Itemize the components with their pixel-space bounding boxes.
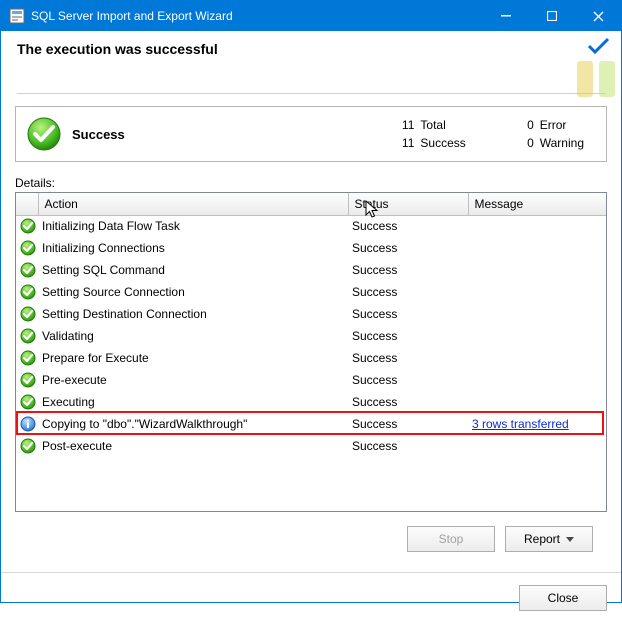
details-label: Details: xyxy=(15,176,607,190)
column-header-message[interactable]: Message xyxy=(468,193,606,215)
message-cell: 3 rows transferred xyxy=(468,413,606,435)
status-cell: Success xyxy=(348,215,468,237)
success-icon xyxy=(16,391,38,413)
status-cell: Success xyxy=(348,325,468,347)
summary-status-label: Success xyxy=(62,127,394,142)
message-cell xyxy=(468,369,606,391)
table-row[interactable]: Post-executeSuccess xyxy=(16,435,606,457)
success-icon xyxy=(16,369,38,391)
action-cell: Initializing Connections xyxy=(38,237,348,259)
message-cell xyxy=(468,325,606,347)
action-cell: Copying to "dbo"."WizardWalkthrough" xyxy=(38,413,348,435)
table-row[interactable]: Pre-executeSuccess xyxy=(16,369,606,391)
success-check-icon xyxy=(587,37,609,58)
message-cell xyxy=(468,215,606,237)
maximize-button[interactable] xyxy=(529,1,575,31)
page-title: The execution was successful xyxy=(17,41,605,57)
success-icon xyxy=(16,347,38,369)
status-cell: Success xyxy=(348,237,468,259)
action-cell: Executing xyxy=(38,391,348,413)
message-cell xyxy=(468,281,606,303)
status-cell: Success xyxy=(348,303,468,325)
table-row[interactable]: Initializing Data Flow TaskSuccess xyxy=(16,215,606,237)
message-cell xyxy=(468,347,606,369)
action-cell: Prepare for Execute xyxy=(38,347,348,369)
header-decoration-icon xyxy=(571,57,621,104)
status-cell: Success xyxy=(348,391,468,413)
table-row[interactable]: ExecutingSuccess xyxy=(16,391,606,413)
action-cell: Setting Destination Connection xyxy=(38,303,348,325)
app-icon xyxy=(9,8,25,24)
header-divider xyxy=(17,93,605,94)
success-icon xyxy=(16,325,38,347)
success-icon xyxy=(16,259,38,281)
table-row[interactable]: Setting Destination ConnectionSuccess xyxy=(16,303,606,325)
action-cell: Setting Source Connection xyxy=(38,281,348,303)
stat-total: 11Total xyxy=(394,116,465,134)
details-grid[interactable]: Action Status Message Initializing Data … xyxy=(15,192,607,512)
minimize-button[interactable] xyxy=(483,1,529,31)
success-icon xyxy=(16,303,38,325)
action-cell: Initializing Data Flow Task xyxy=(38,215,348,237)
column-header-status[interactable]: Status xyxy=(348,193,468,215)
message-cell xyxy=(468,259,606,281)
status-cell: Success xyxy=(348,369,468,391)
success-icon xyxy=(16,237,38,259)
stat-success: 11Success xyxy=(394,134,465,152)
column-header-icon[interactable] xyxy=(16,193,38,215)
message-cell xyxy=(468,303,606,325)
action-cell: Post-execute xyxy=(38,435,348,457)
info-icon xyxy=(16,413,38,435)
action-cell: Pre-execute xyxy=(38,369,348,391)
status-cell: Success xyxy=(348,347,468,369)
status-cell: Success xyxy=(348,413,468,435)
message-cell xyxy=(468,391,606,413)
summary-panel: Success 11Total 11Success 0Error 0Warnin… xyxy=(15,106,607,162)
table-row[interactable]: Setting Source ConnectionSuccess xyxy=(16,281,606,303)
success-large-icon xyxy=(26,116,62,152)
action-cell: Setting SQL Command xyxy=(38,259,348,281)
close-dialog-button[interactable]: Close xyxy=(519,585,607,611)
table-row[interactable]: Prepare for ExecuteSuccess xyxy=(16,347,606,369)
table-row[interactable]: Initializing ConnectionsSuccess xyxy=(16,237,606,259)
action-cell: Validating xyxy=(38,325,348,347)
table-row[interactable]: Setting SQL CommandSuccess xyxy=(16,259,606,281)
stop-button[interactable]: Stop xyxy=(407,526,495,552)
close-button[interactable] xyxy=(575,1,621,31)
column-header-action[interactable]: Action xyxy=(38,193,348,215)
stat-error: 0Error xyxy=(514,116,584,134)
status-cell: Success xyxy=(348,281,468,303)
status-cell: Success xyxy=(348,259,468,281)
wizard-header: The execution was successful xyxy=(1,31,621,100)
report-button[interactable]: Report xyxy=(505,526,593,552)
stat-warning: 0Warning xyxy=(514,134,584,152)
title-bar: SQL Server Import and Export Wizard xyxy=(1,1,621,31)
success-icon xyxy=(16,281,38,303)
success-icon xyxy=(16,215,38,237)
message-cell xyxy=(468,237,606,259)
table-row[interactable]: ValidatingSuccess xyxy=(16,325,606,347)
message-link[interactable]: 3 rows transferred xyxy=(472,417,569,431)
window-title: SQL Server Import and Export Wizard xyxy=(31,9,483,23)
table-row[interactable]: Copying to "dbo"."WizardWalkthrough"Succ… xyxy=(16,413,606,435)
message-cell xyxy=(468,435,606,457)
status-cell: Success xyxy=(348,435,468,457)
success-icon xyxy=(16,435,38,457)
chevron-down-icon xyxy=(566,537,574,542)
